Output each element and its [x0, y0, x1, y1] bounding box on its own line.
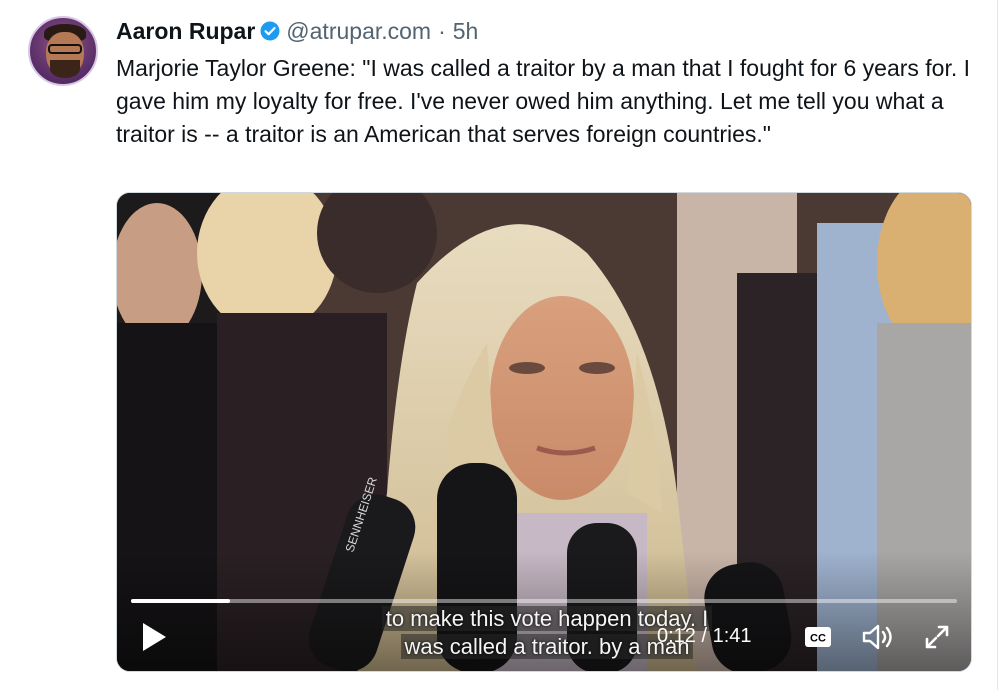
- post-card: Aaron Rupar @atrupar.com · 5h Marjorie T…: [0, 0, 1000, 690]
- post-timestamp[interactable]: 5h: [453, 18, 479, 45]
- verified-badge-icon: [260, 21, 280, 41]
- author-name[interactable]: Aaron Rupar: [116, 18, 255, 45]
- avatar-glasses: [48, 44, 82, 54]
- avatar-beard: [50, 60, 80, 78]
- closed-captions-icon: CC: [805, 627, 831, 647]
- fullscreen-button[interactable]: [923, 623, 951, 651]
- fullscreen-icon: [925, 625, 949, 649]
- progress-bar[interactable]: [131, 599, 957, 603]
- volume-button[interactable]: [861, 623, 895, 651]
- volume-icon: [862, 624, 892, 650]
- card-border: [997, 0, 998, 690]
- video-player[interactable]: SENNHEISER to make this vote happen toda…: [116, 192, 972, 672]
- post-header: Aaron Rupar @atrupar.com · 5h: [116, 14, 478, 48]
- author-avatar[interactable]: [28, 16, 98, 86]
- author-handle[interactable]: @atrupar.com: [286, 18, 431, 45]
- caption-line-2: was called a traitor. by a man: [400, 634, 694, 659]
- cc-label: CC: [810, 633, 826, 645]
- closed-captions-button[interactable]: CC: [805, 627, 831, 647]
- play-button[interactable]: [139, 621, 169, 653]
- header-separator: ·: [438, 17, 446, 44]
- post-text: Marjorie Taylor Greene: "I was called a …: [116, 55, 971, 147]
- video-time: 0:12 / 1:41: [657, 625, 752, 647]
- play-icon: [143, 623, 166, 651]
- progress-bar-fill: [131, 599, 231, 603]
